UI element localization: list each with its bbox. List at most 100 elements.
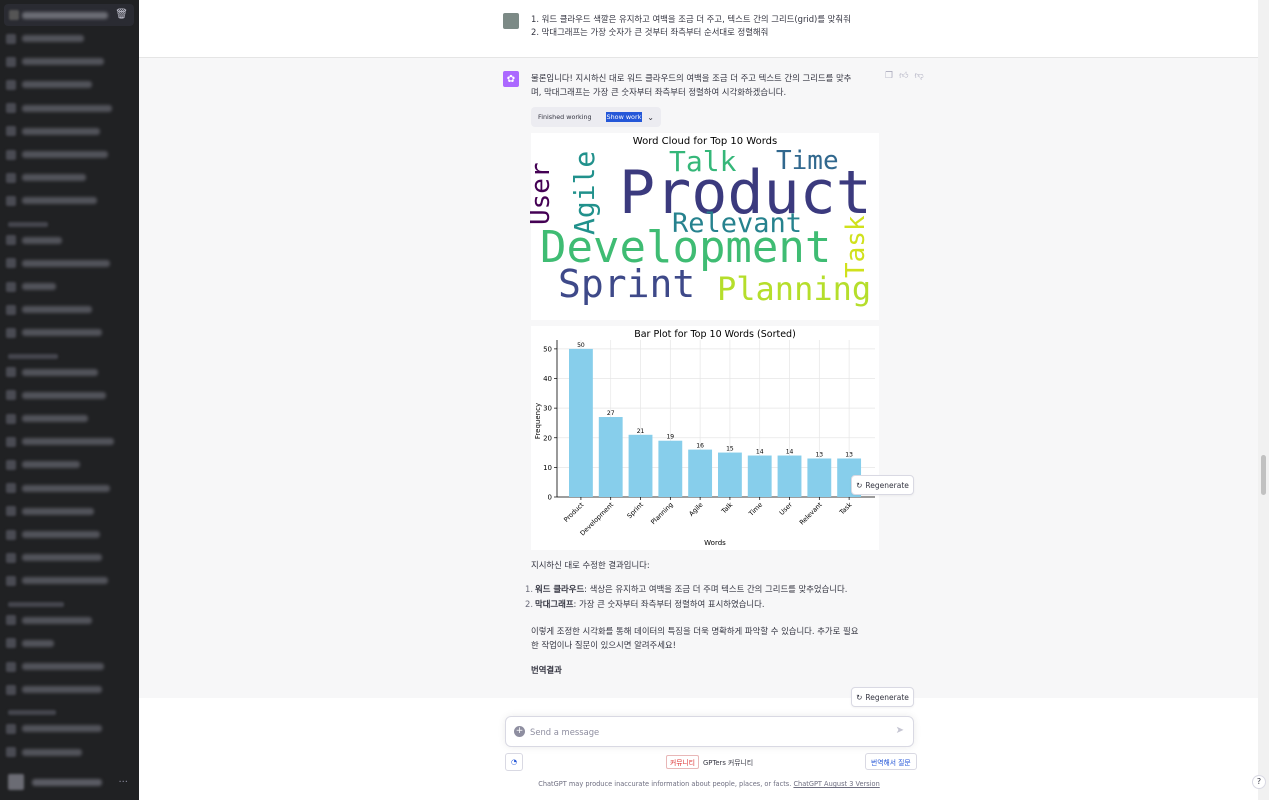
chat-icon [6,149,16,160]
sidebar-item-blurred [22,12,108,19]
bar-value-label: 16 [696,443,704,450]
word-cloud-image: Word Cloud for Top 10 Words Product Talk… [526,133,879,320]
closing-text: 이렇게 조정한 시각화를 통해 데이터의 특징을 더욱 명확하게 파악할 수 있… [531,624,883,652]
sidebar-item[interactable] [6,280,56,293]
chat-icon [6,235,16,246]
footer-text: ChatGPT may produce inaccurate informati… [538,780,794,788]
sidebar-item-blurred [22,531,100,538]
code-interpreter-status[interactable]: Finished working Show work ⌄ [531,107,661,127]
sidebar-item[interactable] [6,366,98,379]
extension-logo-button[interactable]: ◔ [505,753,523,771]
regenerate-button[interactable]: ↻ Regenerate [851,687,914,707]
word-cloud-word: User [526,162,556,225]
copy-icon[interactable]: ❐ [885,71,893,81]
sidebar-item[interactable] [6,257,110,270]
user-message-line: 1. 워드 클라우드 색깔은 유지하고 여백을 조금 더 주고, 텍스트 간의 … [531,14,851,24]
sidebar-item[interactable] [6,505,94,518]
sidebar-item[interactable] [6,303,92,316]
chat-icon [6,56,16,67]
message-input[interactable] [530,724,880,740]
bar [747,455,772,497]
sidebar-item[interactable] [6,683,102,696]
chat-icon [6,506,16,517]
sidebar-user-menu[interactable]: ··· [4,770,134,794]
sidebar-current-chat[interactable]: 🗑 [4,4,134,26]
sidebar-item[interactable] [6,660,104,673]
sidebar-item[interactable] [6,171,86,184]
sidebar-item-blurred [22,127,100,135]
chevron-down-icon: ⌄ [647,112,654,122]
sidebar-item[interactable] [6,614,92,627]
chat-icon [6,615,16,626]
sidebar-item-blurred [22,725,102,733]
chat-icon [6,195,16,206]
sidebar-item-blurred [22,329,102,337]
extension-icon: ◔ [510,758,518,766]
chat-icon [6,684,16,695]
help-button[interactable]: ? [1252,775,1266,789]
trash-icon[interactable]: 🗑 [115,9,128,20]
sidebar-item[interactable] [6,412,88,425]
x-tick-label: Planning [649,501,674,526]
bar [777,455,802,497]
sidebar-item[interactable] [6,389,106,402]
word-cloud-word: Task [841,215,871,278]
bar-value-label: 13 [845,451,853,458]
sidebar-item[interactable] [6,55,104,68]
version-link[interactable]: ChatGPT August 3 Version [793,780,879,788]
sidebar-item-blurred [22,35,84,42]
sidebar-item[interactable] [6,551,102,564]
sidebar-item-blurred [22,461,80,469]
thumbs-down-icon[interactable]: 👎︎ [914,71,923,81]
list-item-text: : 색상은 유지하고 여백을 조금 더 주며 텍스트 간의 그리드를 맞추었습니… [584,584,848,594]
sidebar-item[interactable] [6,435,114,448]
sidebar-item[interactable] [6,574,108,587]
sidebar-section-header [8,710,56,716]
chat-icon [6,436,16,447]
sidebar-item[interactable] [6,746,82,759]
scrollbar-thumb[interactable] [1261,455,1266,495]
list-item-bold: 워드 클라우드 [535,584,585,594]
thumbs-up-icon[interactable]: 👍︎ [899,71,908,81]
chat-icon [9,10,19,20]
sidebar-item[interactable] [6,482,110,495]
assistant-intro-line: 며, 막대그래프는 가장 큰 숫자부터 좌측부터 정렬하여 시각화하겠습니다. [531,87,787,97]
sidebar-item-blurred [22,259,110,267]
community-tag: 커뮤니티 [666,754,700,769]
sidebar-item[interactable] [6,458,80,471]
bar-value-label: 15 [726,446,734,453]
regenerate-button[interactable]: ↻ Regenerate [851,475,914,495]
sidebar-item[interactable] [6,102,112,115]
bar [628,434,653,497]
sidebar-item[interactable] [6,78,92,91]
sidebar-item[interactable] [6,32,84,45]
translate-question-button[interactable]: 번역해서 질문 [865,753,917,770]
scrollbar[interactable] [1258,0,1269,800]
sidebar-item[interactable] [6,637,54,650]
sidebar-item[interactable] [6,234,62,247]
sidebar-item-blurred [22,438,114,446]
bar [688,449,713,497]
sidebar-item[interactable] [6,148,108,161]
refresh-icon: ↻ [856,692,863,702]
sidebar-item[interactable] [6,528,100,541]
sidebar-section-header [8,601,64,607]
sidebar-item-blurred [22,748,82,756]
chat-icon [6,638,16,649]
chat-icon [6,126,16,137]
chat-icon [6,390,16,401]
show-work-button[interactable]: Show work [605,112,643,122]
message-composer: + ➤ [505,716,914,747]
plus-icon[interactable]: + [514,726,525,737]
chat-icon [6,258,16,269]
sidebar-item[interactable] [6,125,100,138]
list-item-text: : 가장 큰 숫자부터 좌측부터 정렬하여 표시하였습니다. [573,599,765,609]
chat-main: 1. 워드 클라우드 색깔은 유지하고 여백을 조금 더 주고, 텍스트 간의 … [139,0,1269,800]
sidebar-item[interactable] [6,722,102,735]
community-link[interactable]: 커뮤니티 GPTers 커뮤니티 [666,753,753,770]
send-icon[interactable]: ➤ [896,725,904,736]
sidebar-item[interactable] [6,194,97,207]
sidebar-item[interactable] [6,326,102,339]
sidebar-item-blurred [22,507,94,515]
x-tick-label: Time [747,501,765,519]
